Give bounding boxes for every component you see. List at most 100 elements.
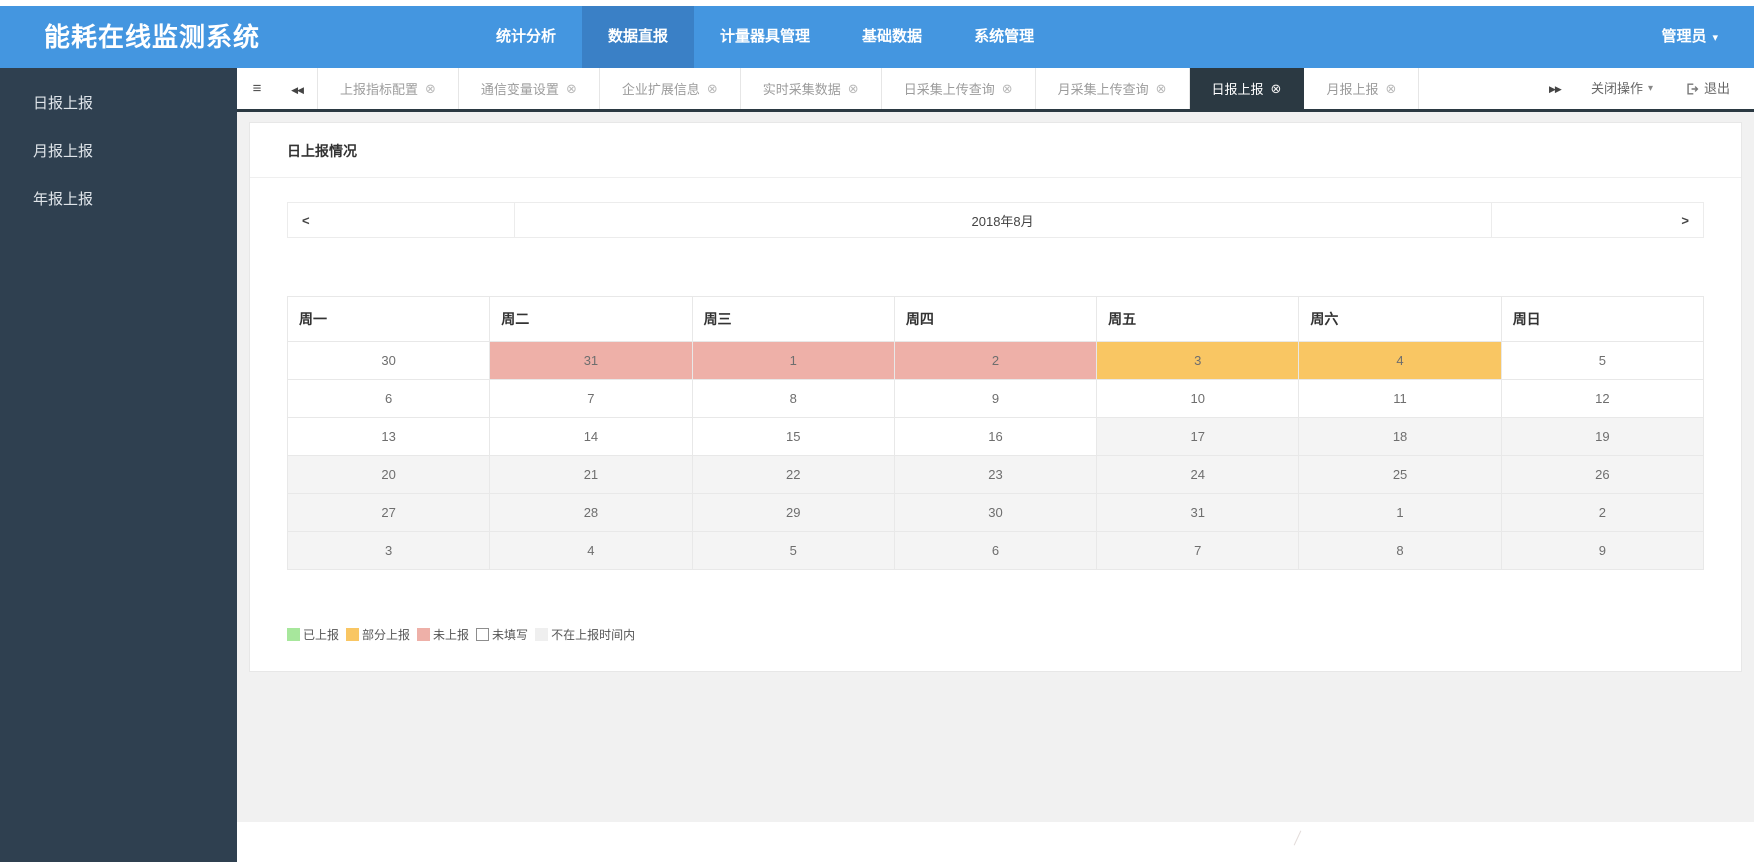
calendar-day-cell[interactable]: 3 [288,532,490,570]
top-nav-item[interactable]: 系统管理 [948,6,1060,68]
top-nav-item[interactable]: 计量器具管理 [694,6,836,68]
calendar-day-cell[interactable]: 2 [894,342,1096,380]
top-nav-item[interactable]: 基础数据 [836,6,948,68]
calendar-day-cell[interactable]: 18 [1299,418,1501,456]
tab-close-icon[interactable]: ⊗ [1002,81,1013,97]
calendar-day-cell[interactable]: 9 [894,380,1096,418]
calendar-nav: < 2018年8月 > [287,202,1704,238]
sidebar-item[interactable]: 月报上报 [0,128,237,176]
calendar-day-cell[interactable]: 11 [1299,380,1501,418]
calendar-day-cell[interactable]: 4 [490,532,692,570]
calendar-day-cell[interactable]: 30 [288,342,490,380]
scroll-tabs-right-button[interactable]: ▶▶ [1535,68,1575,110]
calendar-day-cell[interactable]: 5 [692,532,894,570]
next-month-button[interactable]: > [1491,203,1703,238]
calendar-day-cell[interactable]: 10 [1097,380,1299,418]
tab-bar-spacer [1419,68,1535,109]
calendar-week-row: 303112345 [288,342,1704,380]
calendar-day-cell[interactable]: 13 [288,418,490,456]
calendar-day-cell[interactable]: 1 [692,342,894,380]
calendar-day-cell[interactable]: 6 [288,380,490,418]
double-right-arrow-icon: ▶▶ [1549,84,1561,94]
tab[interactable]: 日采集上传查询⊗ [882,68,1036,109]
calendar-day-cell[interactable]: 29 [692,494,894,532]
calendar-day-cell[interactable]: 15 [692,418,894,456]
scroll-tabs-left-button[interactable]: ◀◀ [277,68,317,109]
calendar-day-cell[interactable]: 27 [288,494,490,532]
top-nav-item[interactable]: 数据直报 [582,6,694,68]
calendar-day-cell[interactable]: 2 [1501,494,1703,532]
close-operations-dropdown[interactable]: 关闭操作 ▾ [1575,68,1669,109]
top-nav-item[interactable]: 统计分析 [470,6,582,68]
panel-title: 日上报情况 [250,123,1741,178]
hamburger-icon: ≡ [253,80,262,97]
legend-label: 已上报 [303,626,339,643]
tab-close-icon[interactable]: ⊗ [1385,81,1396,97]
tab-close-icon[interactable]: ⊗ [566,81,577,97]
user-menu[interactable]: 管理员▾ [1661,6,1754,68]
calendar-day-cell[interactable]: 8 [692,380,894,418]
calendar-day-cell[interactable]: 7 [490,380,692,418]
panel-body: < 2018年8月 > 周一周二周三周四周五周六周日 3031123456789… [250,178,1741,671]
app-header: 能耗在线监测系统 统计分析数据直报计量器具管理基础数据系统管理 管理员▾ [0,6,1754,68]
content-area: 日上报情况 < 2018年8月 > 周一周二周三周四周五周六周日 3031123… [237,112,1754,822]
tab-close-icon[interactable]: ⊗ [425,81,436,97]
tab-bar-controls: ▶▶ 关闭操作 ▾ 退出 [1535,68,1754,109]
calendar-day-cell[interactable]: 21 [490,456,692,494]
menu-toggle-button[interactable]: ≡ [237,68,277,109]
calendar-day-cell[interactable]: 30 [894,494,1096,532]
calendar-day-cell[interactable]: 12 [1501,380,1703,418]
tab[interactable]: 月采集上传查询⊗ [1036,68,1190,109]
footer-area [237,822,1754,862]
calendar-day-cell[interactable]: 14 [490,418,692,456]
caret-down-icon: ▾ [1648,68,1653,109]
weekday-header: 周六 [1299,297,1501,342]
calendar-day-cell[interactable]: 24 [1097,456,1299,494]
calendar-day-cell[interactable]: 28 [490,494,692,532]
sidebar-item[interactable]: 年报上报 [0,176,237,224]
calendar-day-cell[interactable]: 7 [1097,532,1299,570]
weekday-header: 周日 [1501,297,1703,342]
calendar-legend: 已上报部分上报未上报未填写不在上报时间内 [287,626,1704,643]
sidebar-item[interactable]: 日报上报 [0,80,237,128]
legend-item: 未填写 [476,626,528,643]
calendar-day-cell[interactable]: 16 [894,418,1096,456]
calendar-day-cell[interactable]: 1 [1299,494,1501,532]
legend-item: 不在上报时间内 [535,626,635,643]
calendar-day-cell[interactable]: 25 [1299,456,1501,494]
calendar-day-cell[interactable]: 19 [1501,418,1703,456]
tab-close-icon[interactable]: ⊗ [1271,81,1282,97]
open-tabs: 上报指标配置⊗通信变量设置⊗企业扩展信息⊗实时采集数据⊗日采集上传查询⊗月采集上… [317,68,1419,109]
screenshot-artifact [1294,831,1302,846]
tab[interactable]: 月报上报⊗ [1304,68,1419,109]
calendar-day-cell[interactable]: 8 [1299,532,1501,570]
user-name: 管理员 [1661,28,1706,45]
calendar-day-cell[interactable]: 6 [894,532,1096,570]
legend-label: 未填写 [492,626,528,643]
prev-month-button[interactable]: < [288,203,515,238]
tab-close-icon[interactable]: ⊗ [707,81,718,97]
calendar-day-cell[interactable]: 9 [1501,532,1703,570]
legend-label: 未上报 [433,626,469,643]
calendar-day-cell[interactable]: 26 [1501,456,1703,494]
report-calendar: 周一周二周三周四周五周六周日 3031123456789101112131415… [287,296,1704,570]
calendar-day-cell[interactable]: 17 [1097,418,1299,456]
tab[interactable]: 通信变量设置⊗ [459,68,600,109]
calendar-day-cell[interactable]: 31 [490,342,692,380]
tab[interactable]: 日报上报⊗ [1190,68,1305,109]
calendar-day-cell[interactable]: 31 [1097,494,1299,532]
calendar-day-cell[interactable]: 3 [1097,342,1299,380]
logout-label: 退出 [1704,68,1730,109]
tab[interactable]: 实时采集数据⊗ [741,68,882,109]
calendar-day-cell[interactable]: 4 [1299,342,1501,380]
tab-close-icon[interactable]: ⊗ [848,81,859,97]
calendar-day-cell[interactable]: 22 [692,456,894,494]
calendar-day-cell[interactable]: 23 [894,456,1096,494]
calendar-day-cell[interactable]: 5 [1501,342,1703,380]
tab[interactable]: 上报指标配置⊗ [317,68,459,109]
logout-button[interactable]: 退出 [1669,68,1746,109]
calendar-day-cell[interactable]: 20 [288,456,490,494]
tab[interactable]: 企业扩展信息⊗ [600,68,741,109]
tab-close-icon[interactable]: ⊗ [1156,81,1167,97]
sidebar: 日报上报月报上报年报上报 [0,68,237,862]
